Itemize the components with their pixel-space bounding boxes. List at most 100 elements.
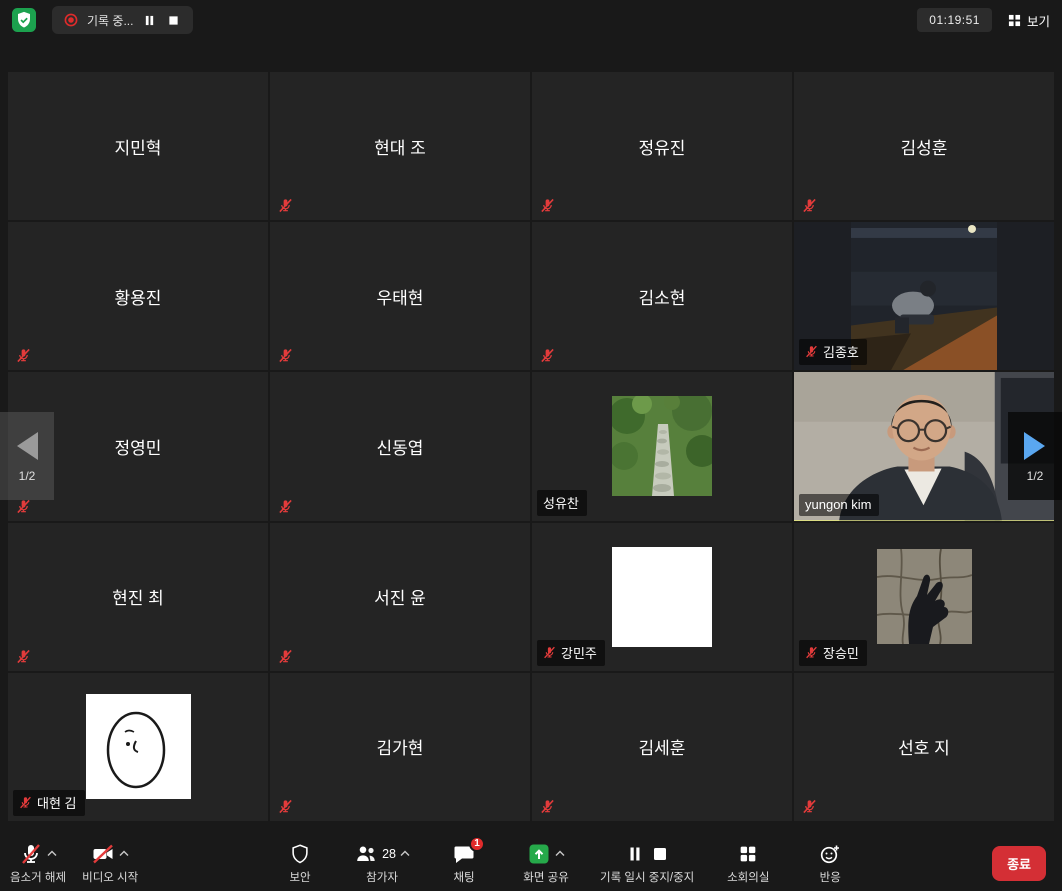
mic-muted-icon <box>19 842 43 866</box>
participant-name: 장승민 <box>823 643 859 662</box>
participant-name: 우태현 <box>270 222 530 370</box>
topbar-right: 01:19:51 보기 <box>917 8 1050 32</box>
participant-tile[interactable]: 김세훈 <box>532 673 792 821</box>
chevron-up-icon[interactable] <box>400 850 410 857</box>
mic-muted-icon <box>16 649 31 664</box>
mic-muted-icon <box>540 198 555 213</box>
pause-icon <box>144 15 155 26</box>
security-shield-icon[interactable] <box>12 8 36 32</box>
mic-muted-icon <box>16 348 31 363</box>
participant-name: 김가현 <box>270 673 530 821</box>
participant-tile[interactable]: 대현 김 <box>8 673 268 821</box>
video-hand-stone <box>877 549 972 644</box>
start-video-label: 비디오 시작 <box>82 869 138 885</box>
page-indicator: 1/2 <box>19 469 36 483</box>
reactions-button[interactable]: 반응 <box>802 842 858 885</box>
view-label: 보기 <box>1027 11 1050 30</box>
participant-name: 서진 윤 <box>270 523 530 671</box>
participant-name-tag: 강민주 <box>537 640 605 666</box>
next-arrow-icon <box>1022 430 1048 462</box>
video-night-scene <box>851 222 997 370</box>
participant-tile[interactable]: 장승민 <box>794 523 1054 671</box>
participant-grid: 지민혁 현대 조 정유진 김성훈 황용진 우태현 <box>8 72 1054 821</box>
participant-name: yungon kim <box>805 497 871 512</box>
gallery-prev-button[interactable]: 1/2 <box>0 412 54 500</box>
mic-muted-icon <box>540 799 555 814</box>
participant-tile[interactable]: 신동엽 <box>270 372 530 520</box>
participant-name: 강민주 <box>561 643 597 662</box>
meeting-topbar: 기록 중... 01:19:51 보기 <box>0 0 1062 40</box>
participant-tile[interactable]: 서진 윤 <box>270 523 530 671</box>
recording-controls-button[interactable]: 기록 일시 중지/중지 <box>600 842 694 885</box>
breakout-rooms-label: 소회의실 <box>727 869 769 885</box>
reactions-smiley-icon <box>818 842 842 866</box>
participant-name: 김소현 <box>532 222 792 370</box>
mic-muted-icon <box>19 796 32 809</box>
security-label: 보안 <box>289 869 310 885</box>
participant-tile[interactable]: 현대 조 <box>270 72 530 220</box>
participant-name-tag: 성유찬 <box>537 490 587 516</box>
participant-tile[interactable]: 황용진 <box>8 222 268 370</box>
toolbar-center-group: 보안 28 참가자 <box>138 842 992 885</box>
participant-tile[interactable]: 정유진 <box>532 72 792 220</box>
participant-name: 선호 지 <box>794 673 1054 821</box>
stop-icon <box>168 15 179 26</box>
participants-icon <box>354 842 378 866</box>
participant-tile[interactable]: 선호 지 <box>794 673 1054 821</box>
mic-muted-icon <box>278 499 293 514</box>
participant-tile[interactable]: 우태현 <box>270 222 530 370</box>
chat-label: 채팅 <box>453 869 474 885</box>
end-meeting-button[interactable]: 종료 <box>992 846 1046 881</box>
participant-name: 지민혁 <box>8 72 268 220</box>
video-forest-path <box>612 396 712 496</box>
pause-recording-icon[interactable] <box>626 845 644 863</box>
mic-muted-icon <box>802 198 817 213</box>
participant-name: 현진 최 <box>8 523 268 671</box>
unmute-button[interactable]: 음소거 해제 <box>10 842 66 885</box>
participant-tile[interactable]: 김가현 <box>270 673 530 821</box>
participants-label: 참가자 <box>366 869 398 885</box>
participant-name: 김종호 <box>823 342 859 361</box>
participant-name-tag: 대현 김 <box>13 790 85 816</box>
recording-stop-button[interactable] <box>166 13 181 28</box>
participant-tile[interactable]: 김성훈 <box>794 72 1054 220</box>
participant-tile[interactable]: 지민혁 <box>8 72 268 220</box>
breakout-rooms-button[interactable]: 소회의실 <box>720 842 776 885</box>
chat-unread-badge: 1 <box>469 836 485 852</box>
chevron-up-icon[interactable] <box>47 850 57 857</box>
view-button[interactable]: 보기 <box>1008 11 1050 30</box>
participant-tile[interactable]: 김종호 <box>794 222 1054 370</box>
participants-count: 28 <box>382 847 396 861</box>
participant-name: 김성훈 <box>794 72 1054 220</box>
start-video-button[interactable]: 비디오 시작 <box>82 842 138 885</box>
participant-name: 황용진 <box>8 222 268 370</box>
unmute-label: 음소거 해제 <box>10 869 66 885</box>
participant-tile[interactable]: 성유찬 <box>532 372 792 520</box>
mic-muted-icon <box>278 649 293 664</box>
mic-muted-icon <box>805 345 818 358</box>
participant-name-tag: 장승민 <box>799 640 867 666</box>
recording-controls-label: 기록 일시 중지/중지 <box>600 869 694 885</box>
stop-recording-icon[interactable] <box>651 845 669 863</box>
mic-muted-icon <box>16 499 31 514</box>
chevron-up-icon[interactable] <box>119 850 129 857</box>
participant-name: 정유진 <box>532 72 792 220</box>
participants-button[interactable]: 28 참가자 <box>354 842 410 885</box>
mic-muted-icon <box>278 799 293 814</box>
participant-name-tag: yungon kim <box>799 494 879 516</box>
shield-icon <box>289 843 311 865</box>
mic-muted-icon <box>278 348 293 363</box>
video-face-doodle <box>86 694 191 799</box>
chevron-up-icon[interactable] <box>555 850 565 857</box>
video-gallery: 지민혁 현대 조 정유진 김성훈 황용진 우태현 <box>8 72 1054 821</box>
recording-pause-button[interactable] <box>142 13 157 28</box>
participant-tile[interactable]: 김소현 <box>532 222 792 370</box>
gallery-next-button[interactable]: 1/2 <box>1008 412 1062 500</box>
mic-muted-icon <box>802 799 817 814</box>
share-screen-button[interactable]: 화면 공유 <box>518 842 574 885</box>
toolbar-left-group: 음소거 해제 비디오 시작 <box>10 842 138 885</box>
chat-button[interactable]: 1 채팅 <box>436 842 492 885</box>
security-button[interactable]: 보안 <box>272 842 328 885</box>
participant-tile[interactable]: 강민주 <box>532 523 792 671</box>
participant-tile[interactable]: 현진 최 <box>8 523 268 671</box>
